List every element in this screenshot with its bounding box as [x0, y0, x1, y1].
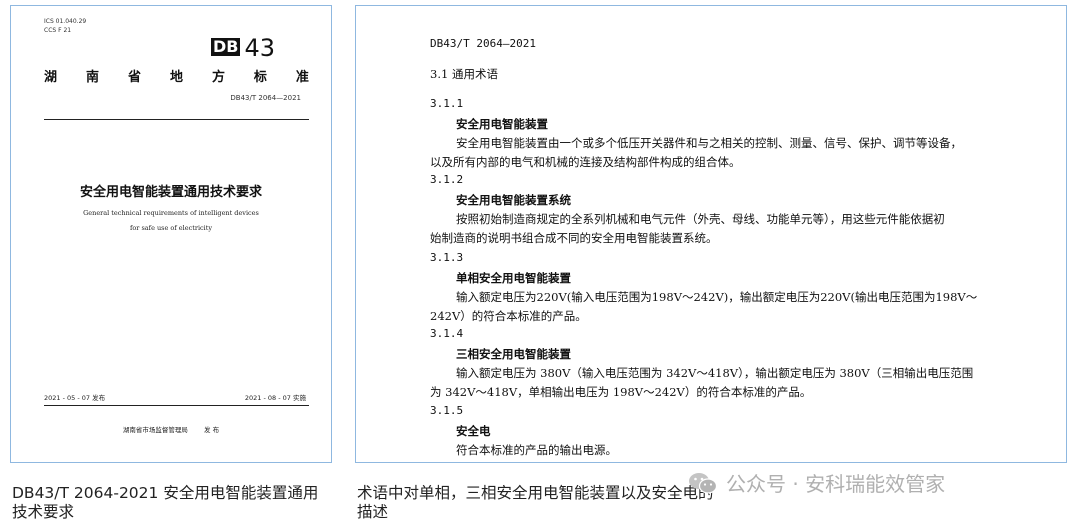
standard-type-char: 湖 [44, 70, 58, 85]
cover-title-en-line2: for safe use of electricity [129, 224, 213, 232]
db-number: 43 [244, 34, 276, 62]
term-name: 单相安全用电智能装置 [456, 271, 571, 285]
standard-type-char: 地 [169, 70, 183, 85]
standard-type-char: 标 [253, 70, 267, 85]
ics-code: ICS 01.040.29 [44, 18, 87, 25]
watermark-text: 公众号 · 安科瑞能效管家 [726, 472, 946, 496]
divider [44, 119, 309, 120]
term-definition-line: 以及所有内部的电气和机械的连接及结构部件构成的组合体。 [430, 155, 741, 169]
standard-number: DB43/T 2064—2021 [230, 94, 301, 102]
publisher-line: 湖南省市场监督管理局 发 布 [11, 424, 331, 434]
term-name: 安全用电智能装置 [456, 117, 548, 131]
standard-type-char: 南 [85, 70, 99, 85]
term-definition-line: 242V）的符合本标准的产品。 [430, 309, 587, 323]
wechat-icon [688, 471, 718, 495]
term-definition-line: 安全用电智能装置由一个或多个低压开关器件和与之相关的控制、测量、信号、保护、调节… [456, 136, 962, 150]
db-logo: DB 43 [211, 34, 275, 62]
term-definition-line: 为 342V～418V，单相输出电压为 198V～242V）的符合本标准的产品。 [430, 385, 812, 399]
term-name: 安全电 [456, 424, 491, 438]
implementation-date: 2021 - 08 - 07 实施 [244, 394, 306, 402]
ccs-code: CCS F 21 [44, 27, 72, 34]
standard-type-char: 省 [127, 70, 141, 85]
caption-left: DB43/T 2064-2021 安全用电智能装置通用技术要求 [12, 484, 319, 521]
watermark: 公众号 · 安科瑞能效管家 [688, 468, 945, 497]
caption-right: 术语中对单相，三相安全用电智能装置以及安全电的描述 [357, 484, 714, 521]
page-header: DB43/T 2064—2021 [430, 37, 536, 50]
issue-date: 2021 - 05 - 07 发布 [44, 394, 106, 402]
publisher: 湖南省市场监督管理局 [122, 426, 188, 434]
term-name: 安全用电智能装置系统 [456, 193, 571, 207]
standard-type-char: 准 [295, 70, 309, 85]
cover-title: 安全用电智能装置通用技术要求 [79, 185, 262, 200]
term-number: 3.1.1 [430, 97, 464, 110]
standard-cover-page: ICS 01.040.29 CCS F 21 DB 43 湖 南 省 地 方 标 … [10, 5, 332, 463]
section-heading: 3.1 通用术语 [430, 67, 498, 81]
term-definition-line: 输入额定电压为 380V（输入电压范围为 342V～418V），输出额定电压为 … [456, 366, 974, 380]
cover-title-en-line1: General technical requirements of intell… [83, 209, 259, 217]
term-number: 3.1.2 [430, 173, 464, 186]
term-number: 3.1.4 [430, 327, 464, 340]
db-mark: DB [211, 37, 241, 56]
standard-content-page: DB43/T 2064—2021 3.1 通用术语 3.1.1 安全用电智能装置… [355, 5, 1067, 463]
divider [44, 405, 309, 406]
standard-type: 湖 南 省 地 方 标 准 [44, 66, 309, 85]
term-definition-line: 始制造商的说明书组合成不同的安全用电智能装置系统。 [430, 231, 718, 245]
term-definition-line: 按照初始制造商规定的全系列机械和电气元件（外壳、母线、功能单元等），用这些元件能… [456, 212, 945, 226]
term-definition-line: 符合本标准的产品的输出电源。 [456, 443, 617, 457]
publish-label: 发 布 [204, 426, 220, 434]
term-definition-line: 输入额定电压为220V(输入电压范围为198V～242V)，输出额定电压为220… [456, 290, 978, 304]
term-name: 三相安全用电智能装置 [456, 347, 571, 361]
term-number: 3.1.3 [430, 251, 464, 264]
standard-type-char: 方 [211, 70, 225, 85]
term-number: 3.1.5 [430, 404, 464, 417]
